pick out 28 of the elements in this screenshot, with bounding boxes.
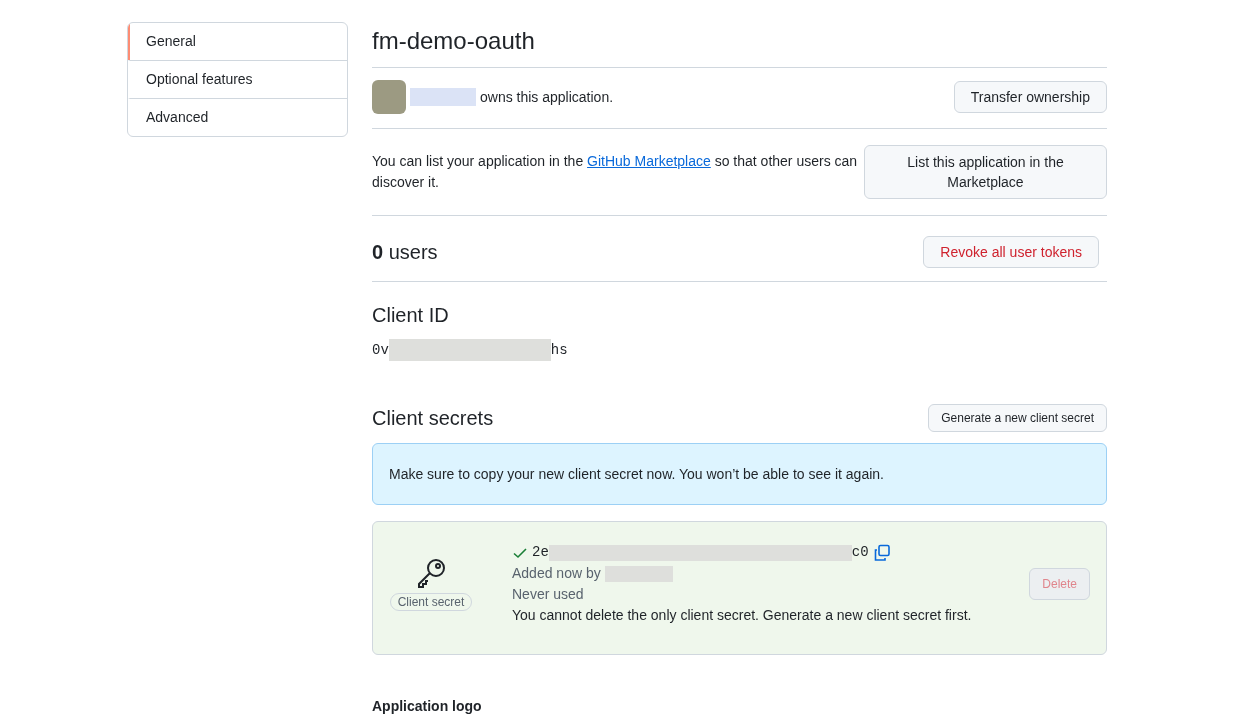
transfer-ownership-button[interactable]: Transfer ownership	[953, 81, 1107, 113]
client-id-start: 0v	[372, 342, 389, 358]
sidebar-item[interactable]: General	[128, 23, 347, 60]
app-title: fm-demo-oauth	[372, 27, 1107, 68]
info-banner: Make sure to copy your new client secret now. You won’t be able to see it again.	[372, 443, 1107, 505]
redacted-username	[410, 88, 476, 106]
client-id-end: hs	[550, 342, 568, 358]
added-by-text: Added now by	[512, 564, 601, 583]
client-id-heading: Client ID	[372, 303, 450, 327]
key-icon	[415, 557, 447, 589]
delete-note: You cannot delete the only client secret. Generate a new client secret first.	[512, 606, 973, 625]
marketplace-link[interactable]: GitHub Marketplace	[587, 153, 711, 169]
avatar	[372, 80, 406, 114]
ownership-text: owns this application.	[480, 89, 614, 105]
secret-start: 2e	[532, 543, 549, 562]
revoke-tokens-button[interactable]: Revoke all user tokens	[923, 236, 1099, 268]
client-secrets-heading: Client secrets	[372, 406, 494, 430]
generate-secret-button[interactable]: Generate a new client secret	[928, 404, 1107, 432]
secret-end: c0	[851, 543, 869, 562]
copy-icon[interactable]	[872, 543, 891, 562]
user-count: 0 users	[372, 240, 438, 264]
logo-heading: Application logo	[372, 698, 483, 714]
list-in-marketplace-button[interactable]: List this application in the Marketplace	[864, 145, 1107, 199]
sidebar-item[interactable]: Optional features	[128, 60, 347, 98]
marketplace-text: You can list your application in the GitHub Marketplace so that other users can discover it.	[372, 152, 859, 192]
usage-text: Never used	[512, 585, 585, 604]
redacted-username	[604, 565, 673, 582]
sidebar-item[interactable]: Advanced	[128, 98, 347, 136]
